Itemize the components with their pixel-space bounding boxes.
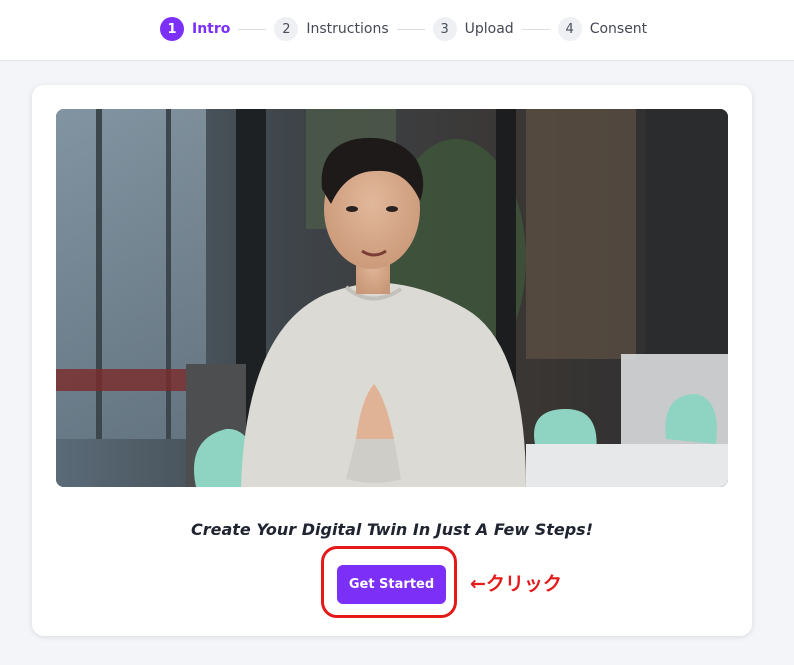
intro-card: Create Your Digital Twin In Just A Few S… bbox=[32, 85, 752, 636]
page-headline: Create Your Digital Twin In Just A Few S… bbox=[191, 520, 593, 539]
step-separator bbox=[396, 28, 425, 30]
stepper: 1 Intro 2 Instructions 3 Upload 4 Consen… bbox=[160, 17, 647, 41]
step-number: 1 bbox=[160, 17, 184, 41]
step-intro[interactable]: 1 Intro bbox=[160, 17, 230, 41]
step-number: 2 bbox=[274, 17, 299, 41]
video-frame-illustration bbox=[56, 109, 728, 487]
step-separator bbox=[521, 28, 550, 30]
step-number: 3 bbox=[432, 17, 457, 41]
step-consent[interactable]: 4 Consent bbox=[557, 17, 648, 41]
intro-video[interactable] bbox=[56, 109, 728, 487]
step-upload[interactable]: 3 Upload bbox=[432, 17, 514, 41]
step-separator bbox=[238, 28, 267, 30]
step-label: Upload bbox=[464, 21, 514, 37]
stepper-bar: 1 Intro 2 Instructions 3 Upload 4 Consen… bbox=[0, 0, 794, 61]
step-label: Intro bbox=[192, 21, 231, 37]
step-instructions[interactable]: 2 Instructions bbox=[274, 17, 389, 41]
annotation-click-label: ←クリック bbox=[470, 573, 562, 595]
step-label: Consent bbox=[589, 21, 648, 37]
step-number: 4 bbox=[557, 17, 582, 41]
get-started-button[interactable]: Get Started bbox=[337, 565, 446, 604]
step-label: Instructions bbox=[306, 21, 389, 37]
